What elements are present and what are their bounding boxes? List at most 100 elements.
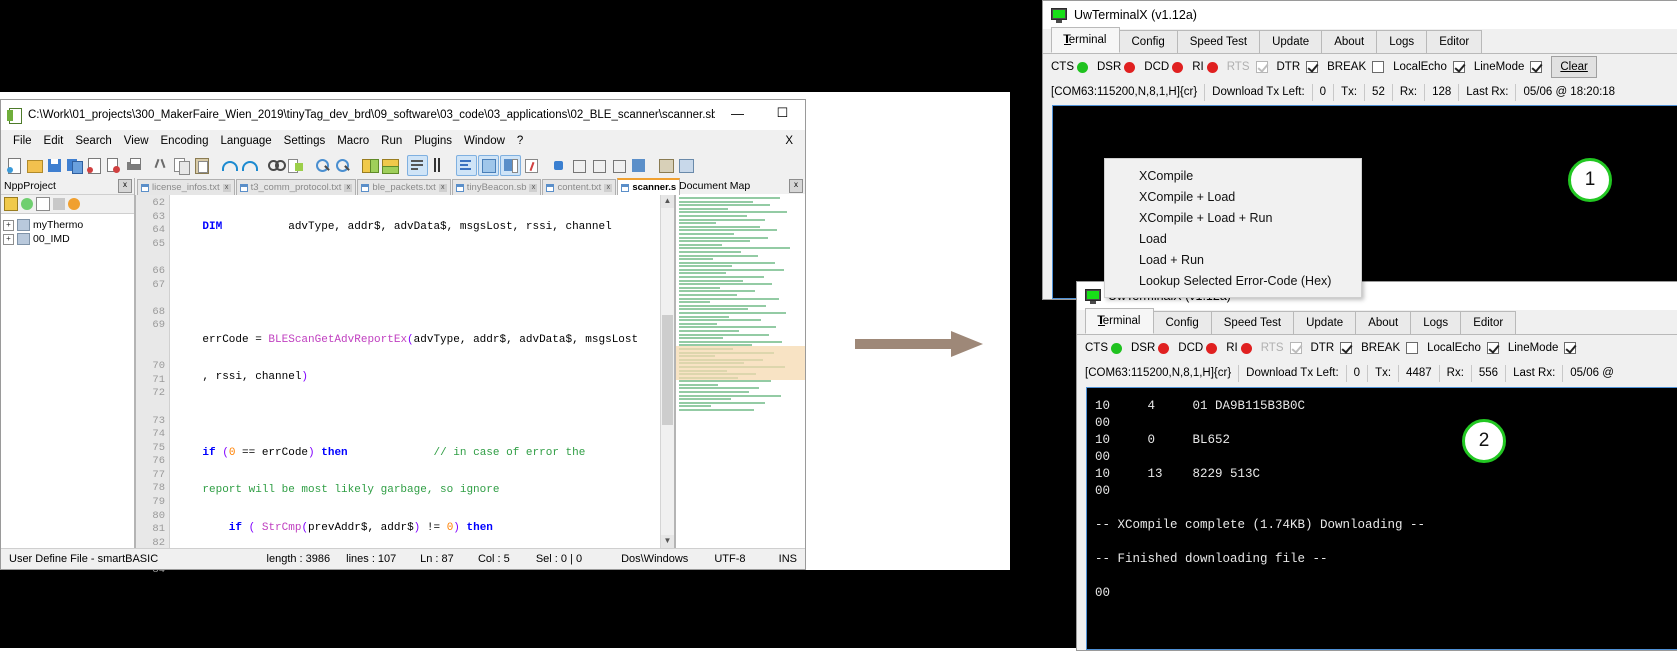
project-refresh-icon[interactable] — [21, 198, 33, 210]
uw2-tab-logs[interactable]: Logs — [1410, 311, 1462, 334]
copy-icon[interactable] — [172, 156, 191, 175]
uw1-tab-config[interactable]: Config — [1118, 30, 1178, 53]
tab-close-icon[interactable]: x — [438, 183, 447, 192]
context-menu-item-xcompile[interactable]: XCompile — [1105, 165, 1361, 186]
print-icon[interactable] — [125, 156, 144, 175]
menu-search[interactable]: Search — [69, 133, 117, 149]
close-all-icon[interactable] — [105, 156, 124, 175]
save-all-icon[interactable] — [65, 156, 84, 175]
uw1-localecho-checkbox[interactable]: LocalEcho — [1393, 61, 1465, 73]
show-all-chars-icon[interactable] — [429, 156, 448, 175]
play-multiple-macro-icon[interactable] — [609, 156, 628, 175]
uw2-terminal-output[interactable]: 10 4 01 DA9B115B3B0C 00 10 0 BL652 00 10… — [1086, 387, 1677, 650]
code-text[interactable]: DIM advType, addr$, advData$, msgsLost, … — [170, 195, 674, 548]
localecho-checkbox-icon[interactable] — [1452, 61, 1465, 73]
uw2-break-checkbox[interactable]: BREAK — [1361, 342, 1419, 354]
menu-run[interactable]: Run — [375, 133, 408, 149]
editor-tab-license-infos[interactable]: license_infos.txt x — [137, 179, 235, 195]
uw2-tab-speed-test[interactable]: Speed Test — [1210, 311, 1295, 334]
menu-language[interactable]: Language — [214, 133, 277, 149]
npp-extra-icon[interactable] — [676, 156, 695, 175]
context-menu-item-xcompile-load-run[interactable]: XCompile + Load + Run — [1105, 207, 1361, 228]
uw1-tab-terminal[interactable]: T Terminal — [1051, 27, 1120, 53]
document-map-viewport-highlight[interactable] — [676, 346, 805, 380]
editor-tab-tinybeacon[interactable]: tinyBeacon.sb x — [451, 179, 542, 195]
uw1-rts-checkbox[interactable]: RTS — [1227, 61, 1268, 73]
editor-tab-scanner[interactable]: scanner.s — [617, 178, 681, 195]
play-macro-icon[interactable] — [589, 156, 608, 175]
menu-file[interactable]: File — [7, 133, 38, 149]
notepad-close-button[interactable]: X — [779, 133, 799, 149]
editor-tab-content[interactable]: content.txt x — [542, 179, 617, 195]
uw2-tab-editor[interactable]: Editor — [1460, 311, 1517, 334]
user-language-icon[interactable] — [478, 154, 499, 176]
document-map-body[interactable] — [676, 194, 805, 549]
scrollbar-thumb[interactable] — [662, 315, 673, 425]
uw1-clear-button[interactable]: Clear — [1551, 56, 1597, 78]
expand-icon-2[interactable]: + — [3, 233, 14, 245]
uw2-rts-checkbox[interactable]: RTS — [1261, 342, 1302, 354]
indent-guide-icon[interactable] — [456, 154, 477, 176]
uw2-tab-update[interactable]: Update — [1293, 311, 1357, 334]
menu-help[interactable]: ? — [511, 133, 529, 149]
sync-vertical-icon[interactable] — [360, 156, 379, 175]
uw1-dtr-checkbox[interactable]: DTR — [1277, 61, 1319, 73]
project-panel-close-icon[interactable]: x — [118, 179, 132, 193]
code-editor[interactable]: 62 63 64 65 66 67 68 69 70 71 72 73 74 7… — [135, 195, 675, 576]
zoom-out-icon[interactable] — [333, 156, 352, 175]
minimize-button[interactable]: — — [715, 100, 760, 126]
uw2-linemode-checkbox[interactable]: LineMode — [1508, 342, 1577, 354]
word-wrap-icon[interactable] — [407, 154, 428, 176]
save-icon[interactable] — [45, 156, 64, 175]
tab-close-icon[interactable]: x — [344, 183, 353, 192]
new-file-icon[interactable] — [5, 156, 24, 175]
editor-tab-t3-comm-protocol[interactable]: t3_comm_protocol.txt x — [235, 179, 357, 195]
uw1-break-checkbox[interactable]: BREAK — [1327, 61, 1385, 73]
close-file-icon[interactable] — [85, 156, 104, 175]
uw2-dtr-checkbox[interactable]: DTR — [1311, 342, 1353, 354]
project-edit-icon[interactable] — [53, 198, 65, 210]
paste-icon[interactable] — [192, 156, 211, 175]
redo-icon[interactable] — [239, 156, 258, 175]
replace-icon[interactable] — [286, 156, 305, 175]
rts-checkbox-icon-2[interactable] — [1289, 342, 1302, 354]
stop-macro-icon[interactable] — [569, 156, 588, 175]
dtr-checkbox-icon[interactable] — [1306, 61, 1319, 73]
maximize-button[interactable]: ☐ — [760, 100, 805, 126]
open-file-icon[interactable] — [25, 156, 44, 175]
linemode-checkbox-icon-2[interactable] — [1564, 342, 1577, 354]
uw1-tab-update[interactable]: Update — [1259, 30, 1323, 53]
context-menu-item-load-run[interactable]: Load + Run — [1105, 249, 1361, 270]
project-settings-icon[interactable] — [68, 198, 80, 210]
menu-macro[interactable]: Macro — [331, 133, 375, 149]
find-icon[interactable] — [266, 156, 286, 175]
context-menu-item-load[interactable]: Load — [1105, 228, 1361, 249]
scroll-up-icon[interactable]: ▲ — [661, 195, 674, 208]
project-list-icon[interactable] — [36, 197, 50, 211]
break-checkbox-icon-2[interactable] — [1406, 342, 1419, 354]
break-checkbox-icon[interactable] — [1372, 61, 1385, 73]
menu-view[interactable]: View — [118, 133, 155, 149]
scroll-down-icon[interactable]: ▼ — [661, 535, 674, 548]
uw1-tab-editor[interactable]: Editor — [1426, 30, 1483, 53]
menu-settings[interactable]: Settings — [278, 133, 332, 149]
zoom-in-icon[interactable] — [313, 156, 332, 175]
menu-edit[interactable]: Edit — [38, 133, 70, 149]
dtr-checkbox-icon-2[interactable] — [1340, 342, 1353, 354]
tree-item-mythermo[interactable]: + myThermo — [3, 218, 134, 232]
project-new-icon[interactable] — [4, 197, 18, 211]
uw2-tab-config[interactable]: Config — [1152, 311, 1212, 334]
rts-checkbox-icon[interactable] — [1255, 61, 1268, 73]
uw2-tab-about[interactable]: About — [1355, 311, 1412, 334]
uw2-tab-terminal[interactable]: T Terminal — [1085, 308, 1154, 334]
uw1-tab-about[interactable]: About — [1321, 30, 1378, 53]
editor-scrollbar[interactable]: ▲ ▼ — [660, 195, 674, 548]
run-icon[interactable] — [656, 156, 675, 175]
linemode-checkbox-icon[interactable] — [1530, 61, 1543, 73]
context-menu-item-xcompile-load[interactable]: XCompile + Load — [1105, 186, 1361, 207]
expand-icon[interactable]: + — [3, 219, 14, 231]
sync-horizontal-icon[interactable] — [380, 156, 399, 175]
document-map-close-icon[interactable]: x — [789, 179, 803, 193]
tab-close-icon[interactable]: x — [604, 183, 613, 192]
tree-item-00imd[interactable]: + 00_IMD — [3, 232, 134, 246]
